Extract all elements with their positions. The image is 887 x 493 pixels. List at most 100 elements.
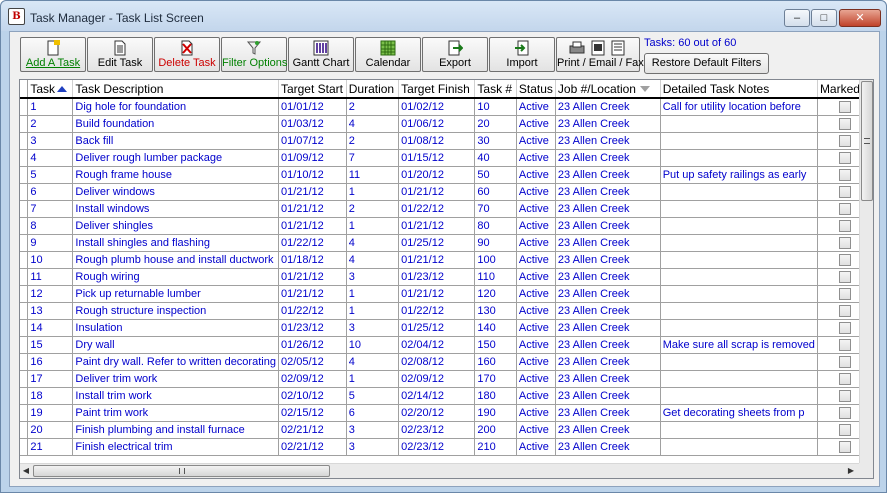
cell-duration[interactable]: 1 (346, 183, 400, 201)
cell-task-description[interactable]: Rough structure inspection (72, 302, 279, 320)
cell-job-location[interactable]: 23 Allen Creek (555, 421, 661, 439)
cell-task-number[interactable]: 180 (474, 387, 517, 405)
cell-detailed-notes[interactable]: Make sure all scrap is removed (660, 336, 818, 354)
cell-status[interactable]: Active (516, 370, 556, 388)
cell-task-id[interactable]: 16 (27, 353, 74, 371)
row-indicator[interactable] (20, 353, 29, 371)
cell-duration[interactable]: 3 (346, 319, 400, 337)
cell-target-finish[interactable]: 02/14/12 (398, 387, 476, 405)
table-row[interactable]: 2 Build foundation 01/03/12 4 01/06/12 20 Acti… (20, 115, 873, 133)
cell-task-number[interactable]: 130 (474, 302, 517, 320)
column-header-task-number[interactable]: Task # (474, 80, 517, 99)
cell-job-location[interactable]: 23 Allen Creek (555, 234, 661, 252)
cell-detailed-notes[interactable] (660, 132, 818, 150)
column-header-task[interactable]: Task (27, 80, 74, 99)
cell-duration[interactable]: 3 (346, 421, 400, 439)
marked-checkbox[interactable] (838, 440, 851, 453)
cell-job-location[interactable]: 23 Allen Creek (555, 370, 661, 388)
table-row[interactable]: 5 Rough frame house 01/10/12 11 01/20/12 50 Ac… (20, 166, 873, 184)
horizontal-scroll-thumb[interactable] (33, 465, 330, 477)
cell-duration[interactable]: 4 (346, 234, 400, 252)
row-indicator[interactable] (20, 404, 29, 422)
cell-detailed-notes[interactable] (660, 387, 818, 405)
cell-target-finish[interactable]: 01/25/12 (398, 319, 476, 337)
cell-detailed-notes[interactable] (660, 353, 818, 371)
cell-duration[interactable]: 1 (346, 370, 400, 388)
marked-checkbox[interactable] (838, 253, 851, 266)
cell-target-start[interactable]: 01/21/12 (278, 285, 347, 303)
cell-target-start[interactable]: 01/03/12 (278, 115, 347, 133)
cell-duration[interactable]: 4 (346, 251, 400, 269)
cell-detailed-notes[interactable]: Put up safety railings as early (660, 166, 818, 184)
row-indicator[interactable] (20, 149, 29, 167)
cell-task-number[interactable]: 40 (474, 149, 517, 167)
row-indicator[interactable] (20, 370, 29, 388)
cell-task-number[interactable]: 200 (474, 421, 517, 439)
marked-checkbox[interactable] (838, 185, 851, 198)
cell-duration[interactable]: 1 (346, 302, 400, 320)
cell-target-start[interactable]: 01/09/12 (278, 149, 347, 167)
cell-task-id[interactable]: 18 (27, 387, 74, 405)
cell-target-finish[interactable]: 01/08/12 (398, 132, 476, 150)
cell-target-start[interactable]: 02/09/12 (278, 370, 347, 388)
minimize-button[interactable]: – (784, 9, 810, 27)
cell-target-finish[interactable]: 01/25/12 (398, 234, 476, 252)
cell-status[interactable]: Active (516, 302, 556, 320)
cell-task-number[interactable]: 80 (474, 217, 517, 235)
table-row[interactable]: 11 Rough wiring 01/21/12 3 01/23/12 110 Active… (20, 268, 873, 286)
cell-task-id[interactable]: 4 (27, 149, 74, 167)
cell-target-finish[interactable]: 02/20/12 (398, 404, 476, 422)
cell-task-number[interactable]: 100 (474, 251, 517, 269)
cell-job-location[interactable]: 23 Allen Creek (555, 268, 661, 286)
maximize-button[interactable]: □ (811, 9, 837, 27)
filter-options-button[interactable]: Filter Options (221, 37, 287, 72)
marked-checkbox[interactable] (838, 372, 851, 385)
cell-task-id[interactable]: 9 (27, 234, 74, 252)
cell-job-location[interactable]: 23 Allen Creek (555, 132, 661, 150)
cell-detailed-notes[interactable] (660, 421, 818, 439)
cell-status[interactable]: Active (516, 132, 556, 150)
table-row[interactable]: 16 Paint dry wall. Refer to written decor… (20, 353, 873, 371)
cell-task-number[interactable]: 70 (474, 200, 517, 218)
cell-duration[interactable]: 3 (346, 438, 400, 456)
cell-duration[interactable]: 1 (346, 285, 400, 303)
cell-task-id[interactable]: 20 (27, 421, 74, 439)
table-row[interactable]: 12 Pick up returnable lumber 01/21/12 1 01/2… (20, 285, 873, 303)
cell-task-number[interactable]: 20 (474, 115, 517, 133)
cell-task-id[interactable]: 19 (27, 404, 74, 422)
print-email-fax-button[interactable]: Print / Email / Fax (556, 37, 644, 72)
cell-task-id[interactable]: 5 (27, 166, 74, 184)
cell-target-start[interactable]: 01/22/12 (278, 302, 347, 320)
cell-task-description[interactable]: Deliver windows (72, 183, 279, 201)
cell-task-description[interactable]: Insulation (72, 319, 279, 337)
cell-duration[interactable]: 4 (346, 115, 400, 133)
cell-target-start[interactable]: 01/21/12 (278, 200, 347, 218)
cell-detailed-notes[interactable] (660, 319, 818, 337)
column-header-target-start[interactable]: Target Start (278, 80, 347, 99)
cell-target-finish[interactable]: 02/23/12 (398, 438, 476, 456)
cell-target-start[interactable]: 02/15/12 (278, 404, 347, 422)
table-row[interactable]: 19 Paint trim work 02/15/12 6 02/20/12 190 Act… (20, 404, 873, 422)
cell-target-start[interactable]: 01/21/12 (278, 183, 347, 201)
cell-target-start[interactable]: 02/21/12 (278, 421, 347, 439)
row-indicator[interactable] (20, 421, 29, 439)
cell-job-location[interactable]: 23 Allen Creek (555, 149, 661, 167)
vertical-scrollbar[interactable] (859, 80, 873, 463)
cell-target-finish[interactable]: 01/06/12 (398, 115, 476, 133)
cell-duration[interactable]: 1 (346, 217, 400, 235)
cell-detailed-notes[interactable] (660, 149, 818, 167)
cell-detailed-notes[interactable] (660, 370, 818, 388)
row-indicator[interactable] (20, 183, 29, 201)
table-row[interactable]: 21 Finish electrical trim 02/21/12 3 02/23/1… (20, 438, 873, 456)
cell-job-location[interactable]: 23 Allen Creek (555, 166, 661, 184)
row-indicator[interactable] (20, 98, 29, 116)
cell-task-number[interactable]: 170 (474, 370, 517, 388)
table-row[interactable]: 6 Deliver windows 01/21/12 1 01/21/12 60 Activ… (20, 183, 873, 201)
cell-target-finish[interactable]: 01/21/12 (398, 285, 476, 303)
cell-task-number[interactable]: 10 (474, 98, 517, 116)
table-row[interactable]: 20 Finish plumbing and install furnace 02/… (20, 421, 873, 439)
cell-task-description[interactable]: Rough plumb house and install ductwork (72, 251, 279, 269)
row-indicator[interactable] (20, 217, 29, 235)
table-row[interactable]: 4 Deliver rough lumber package 01/09/12 7 01… (20, 149, 873, 167)
cell-target-start[interactable]: 02/05/12 (278, 353, 347, 371)
